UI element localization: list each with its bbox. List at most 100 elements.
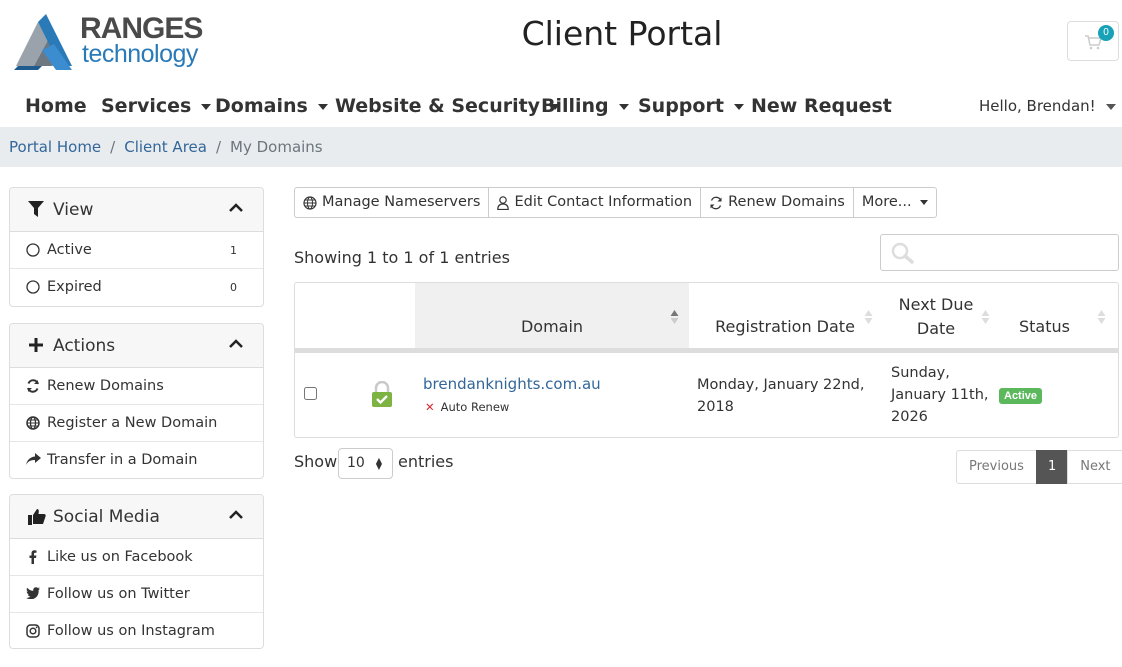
pagination-previous[interactable]: Previous xyxy=(956,450,1037,484)
chevron-down-icon xyxy=(919,200,928,205)
thumbs-up-icon xyxy=(28,509,46,525)
registration-date-line1: Monday, January 22nd, xyxy=(697,377,865,393)
nav-domains[interactable]: Domains xyxy=(215,86,328,126)
main-nav: Home Services Domains Website & Security… xyxy=(0,86,1122,126)
pagination-next[interactable]: Next xyxy=(1067,450,1122,484)
search-icon xyxy=(891,242,914,264)
sort-icon xyxy=(864,310,873,324)
action-transfer-label: Transfer in a Domain xyxy=(47,452,198,468)
share-arrow-icon xyxy=(26,453,41,465)
social-instagram-link[interactable]: Follow us on Instagram xyxy=(10,613,263,648)
page-size-select[interactable]: 10 ▲ ▼ xyxy=(338,448,393,479)
column-header-status[interactable]: Status xyxy=(991,283,1118,349)
next-due-date-cell: Sunday, January 11th, 2026 xyxy=(891,362,989,428)
view-panel: View Active 1 Expired 0 xyxy=(9,187,264,307)
view-panel-title: View xyxy=(53,200,94,220)
column-header-registration-date[interactable]: Registration Date xyxy=(689,283,881,349)
circle-icon xyxy=(26,280,40,294)
column-header-domain[interactable]: Domain xyxy=(415,283,689,349)
nav-new-request[interactable]: New Request xyxy=(751,86,892,126)
more-label: More... xyxy=(861,194,912,210)
edit-contact-button[interactable]: Edit Contact Information xyxy=(488,187,702,218)
actions-panel-title: Actions xyxy=(53,336,116,356)
pagination-page-1[interactable]: 1 xyxy=(1035,450,1069,484)
chevron-up-icon[interactable] xyxy=(229,510,243,520)
column-header-next-due-date[interactable]: Next Due Date xyxy=(881,283,991,349)
entries-label: entries xyxy=(398,452,454,471)
nav-website-security[interactable]: Website & Security xyxy=(335,86,561,126)
action-transfer-domain[interactable]: Transfer in a Domain xyxy=(10,442,263,478)
nav-home[interactable]: Home xyxy=(25,86,87,126)
nav-support[interactable]: Support xyxy=(638,86,744,126)
action-renew-domains[interactable]: Renew Domains xyxy=(10,368,263,405)
page-size-value: 10 xyxy=(347,455,365,471)
cart-count-badge: 0 xyxy=(1098,25,1114,41)
auto-renew-label: Auto Renew xyxy=(440,400,510,414)
next-due-line2: January 11th, xyxy=(891,387,989,403)
next-due-header-line2: Date xyxy=(916,319,956,338)
next-due-header-line1: Next Due xyxy=(898,295,974,314)
chevron-down-icon xyxy=(1105,103,1116,110)
chevron-up-icon[interactable] xyxy=(229,203,243,213)
action-register-domain[interactable]: Register a New Domain xyxy=(10,405,263,442)
status-header-label: Status xyxy=(1019,317,1070,336)
more-dropdown-button[interactable]: More... xyxy=(852,187,937,218)
filter-active[interactable]: Active 1 xyxy=(10,232,263,269)
view-panel-header[interactable]: View xyxy=(10,188,263,232)
filter-expired[interactable]: Expired 0 xyxy=(10,269,263,306)
breadcrumb-current: My Domains xyxy=(230,138,323,156)
row-select-checkbox[interactable] xyxy=(304,387,317,400)
domain-header-label: Domain xyxy=(520,317,584,336)
breadcrumb-client-area[interactable]: Client Area xyxy=(124,138,207,156)
chevron-down-icon xyxy=(618,103,629,110)
auto-renew-status: ✕ Auto Renew xyxy=(425,400,509,414)
ssl-lock-icon[interactable] xyxy=(371,381,393,407)
table-header-divider xyxy=(295,348,1118,353)
social-twitter-label: Follow us on Twitter xyxy=(47,586,190,602)
filter-expired-label: Expired xyxy=(47,279,102,295)
filter-active-count: 1 xyxy=(230,244,237,257)
manage-nameservers-label: Manage Nameservers xyxy=(322,194,481,210)
close-icon: ✕ xyxy=(425,400,435,414)
social-facebook-link[interactable]: Like us on Facebook xyxy=(10,539,263,576)
actions-panel-header[interactable]: Actions xyxy=(10,324,263,368)
sort-icon xyxy=(981,310,990,324)
social-media-panel: Social Media Like us on Facebook Follow … xyxy=(9,494,264,649)
refresh-icon xyxy=(710,196,722,209)
cart-button[interactable]: 0 xyxy=(1067,21,1119,61)
breadcrumb-separator: / xyxy=(110,138,116,156)
actions-panel: Actions Renew Domains Register a New Dom… xyxy=(9,323,264,479)
breadcrumb-portal-home[interactable]: Portal Home xyxy=(9,138,101,156)
reg-header-label: Registration Date xyxy=(715,317,855,336)
registration-date-cell: Monday, January 22nd, 2018 xyxy=(697,374,865,418)
nav-billing[interactable]: Billing xyxy=(541,86,629,126)
filter-active-label: Active xyxy=(47,242,92,258)
chevron-down-icon xyxy=(201,103,212,110)
manage-nameservers-button[interactable]: Manage Nameservers xyxy=(294,187,490,218)
social-twitter-link[interactable]: Follow us on Twitter xyxy=(10,576,263,613)
chevron-down-icon xyxy=(317,103,328,110)
table-info-text: Showing 1 to 1 of 1 entries xyxy=(294,248,510,267)
updown-arrow-icon: ▲ ▼ xyxy=(375,456,382,471)
sort-asc-icon xyxy=(670,310,679,324)
domains-table: Domain Registration Date Next Due Date S… xyxy=(294,282,1119,438)
chevron-up-icon[interactable] xyxy=(229,339,243,349)
nav-services[interactable]: Services xyxy=(101,86,212,126)
domain-link[interactable]: brendanknights.com.au xyxy=(423,375,601,393)
edit-contact-label: Edit Contact Information xyxy=(514,194,693,210)
twitter-icon xyxy=(26,587,40,599)
domain-actions-toolbar: Manage Nameservers Edit Contact Informat… xyxy=(294,187,937,218)
renew-domains-button[interactable]: Renew Domains xyxy=(700,187,854,218)
action-register-label: Register a New Domain xyxy=(47,415,218,431)
social-panel-header[interactable]: Social Media xyxy=(10,495,263,539)
facebook-icon xyxy=(29,550,37,564)
globe-icon xyxy=(26,416,40,430)
table-search-input[interactable] xyxy=(880,234,1119,271)
user-icon xyxy=(497,195,510,210)
site-header: RANGES technology Client Portal 0 xyxy=(0,0,1122,80)
sort-icon xyxy=(1097,310,1106,324)
user-menu[interactable]: Hello, Brendan! xyxy=(979,86,1116,126)
next-due-line3: 2026 xyxy=(891,409,928,425)
social-instagram-label: Follow us on Instagram xyxy=(47,623,215,639)
globe-icon xyxy=(303,195,317,210)
